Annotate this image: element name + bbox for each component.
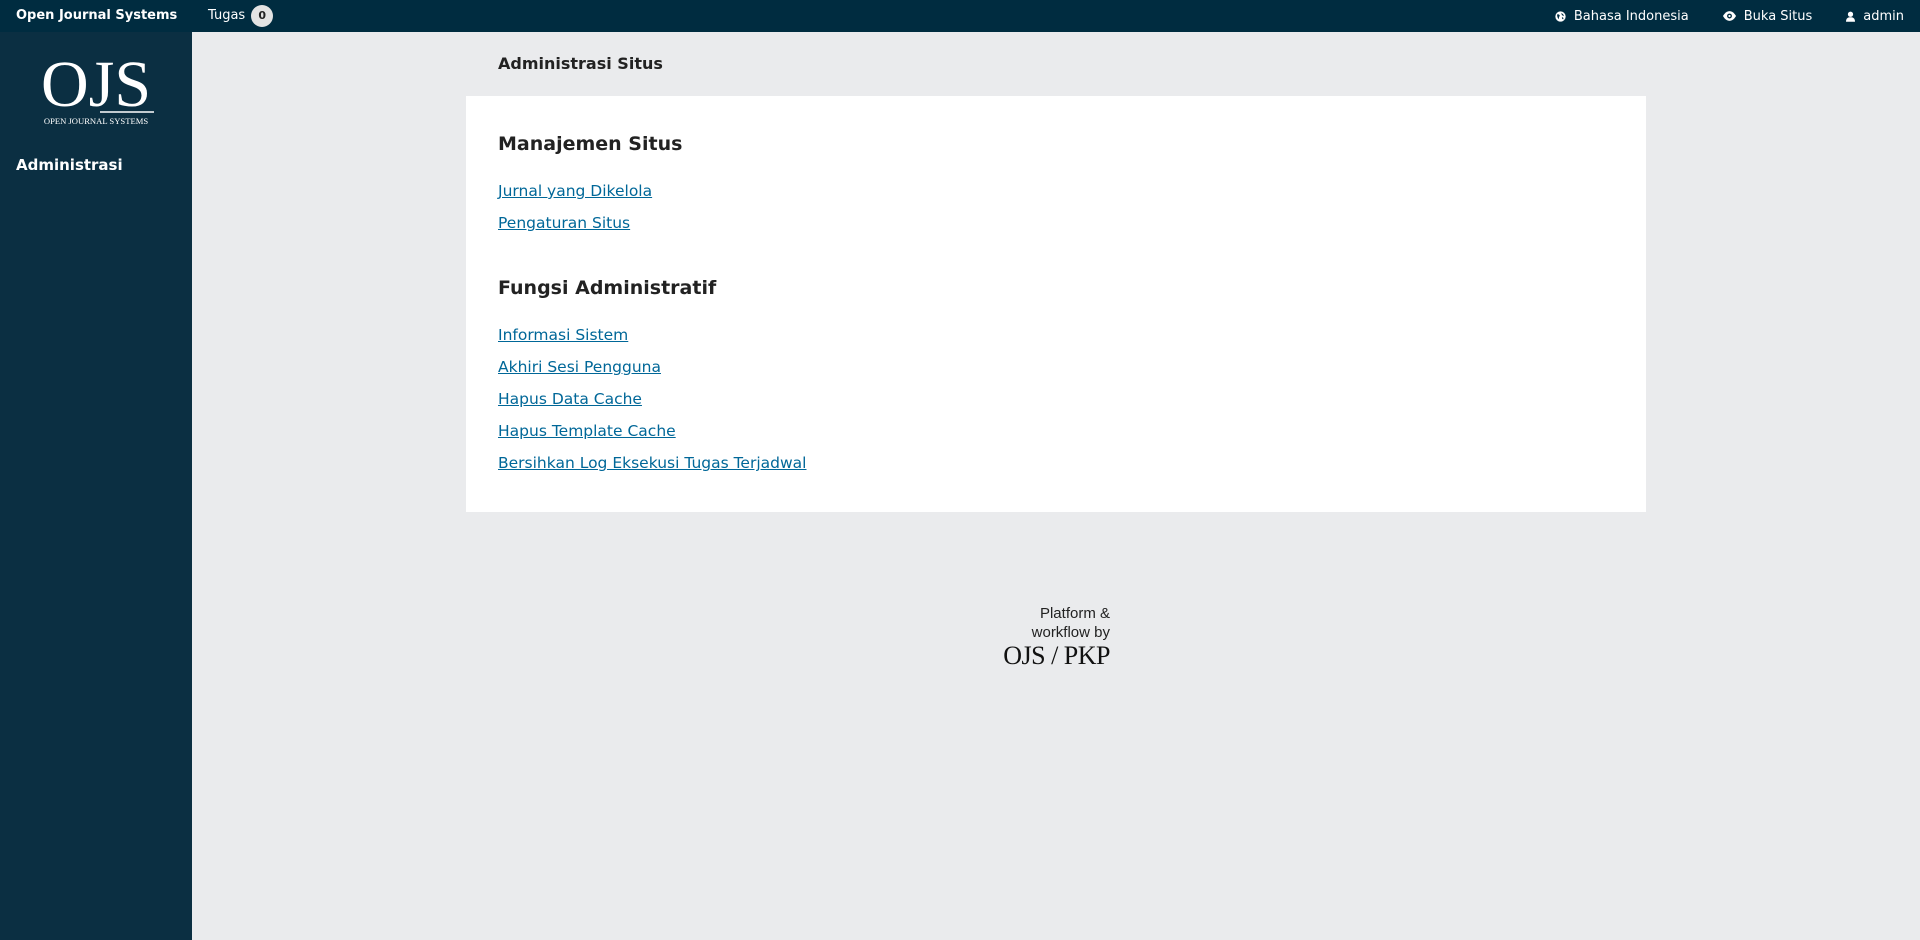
user-label: admin [1863, 8, 1904, 24]
link-site-settings[interactable]: Pengaturan Situs [498, 214, 630, 232]
user-icon [1846, 11, 1856, 22]
top-bar: Open Journal Systems Tugas 0 Bahasa Indo… [0, 0, 1920, 32]
app-name-link[interactable]: Open Journal Systems [16, 0, 177, 32]
view-site-link[interactable]: Buka Situs [1722, 8, 1813, 24]
topbar-right-menu: Bahasa Indonesia Buka Situs admin [1555, 0, 1904, 32]
admin-panel: Manajemen Situs Jurnal yang Dikelola Pen… [466, 96, 1646, 512]
sidebar: OJS OPEN JOURNAL SYSTEMS Administrasi [0, 32, 192, 940]
language-menu[interactable]: Bahasa Indonesia [1555, 9, 1689, 24]
footer-line-2: workflow by [1031, 624, 1110, 641]
link-clear-scheduled-task-log[interactable]: Bersihkan Log Eksekusi Tugas Terjadwal [498, 454, 806, 472]
tasks-label: Tugas [208, 8, 246, 23]
link-clear-data-cache[interactable]: Hapus Data Cache [498, 390, 642, 408]
section-heading-admin-functions: Fungsi Administratif [498, 277, 717, 299]
user-menu[interactable]: admin [1846, 9, 1904, 24]
page-title: Administrasi Situs [498, 54, 663, 73]
link-expire-sessions[interactable]: Akhiri Sesi Pengguna [498, 358, 661, 376]
pkp-brand-link[interactable]: Platform & workflow by OJS / PKP [1000, 604, 1110, 674]
tasks-count-badge: 0 [251, 5, 274, 27]
eye-icon [1722, 11, 1736, 21]
ojs-pkp-logo: OJS / PKP [1003, 641, 1110, 670]
link-hosted-journals[interactable]: Jurnal yang Dikelola [498, 182, 652, 200]
ojs-logo[interactable]: OJS OPEN JOURNAL SYSTEMS [34, 46, 158, 126]
tasks-button[interactable]: Tugas 0 [208, 0, 274, 32]
language-label: Bahasa Indonesia [1573, 8, 1689, 24]
sidebar-item-administrasi[interactable]: Administrasi [16, 156, 123, 174]
view-site-label: Buka Situs [1743, 8, 1813, 24]
globe-icon [1555, 10, 1566, 22]
svg-text:OPEN JOURNAL SYSTEMS: OPEN JOURNAL SYSTEMS [44, 116, 148, 126]
svg-text:OJS: OJS [41, 48, 151, 121]
link-clear-template-cache[interactable]: Hapus Template Cache [498, 422, 676, 440]
footer-line-1: Platform & [1039, 605, 1110, 622]
link-system-info[interactable]: Informasi Sistem [498, 326, 628, 344]
section-heading-site-management: Manajemen Situs [498, 133, 683, 155]
